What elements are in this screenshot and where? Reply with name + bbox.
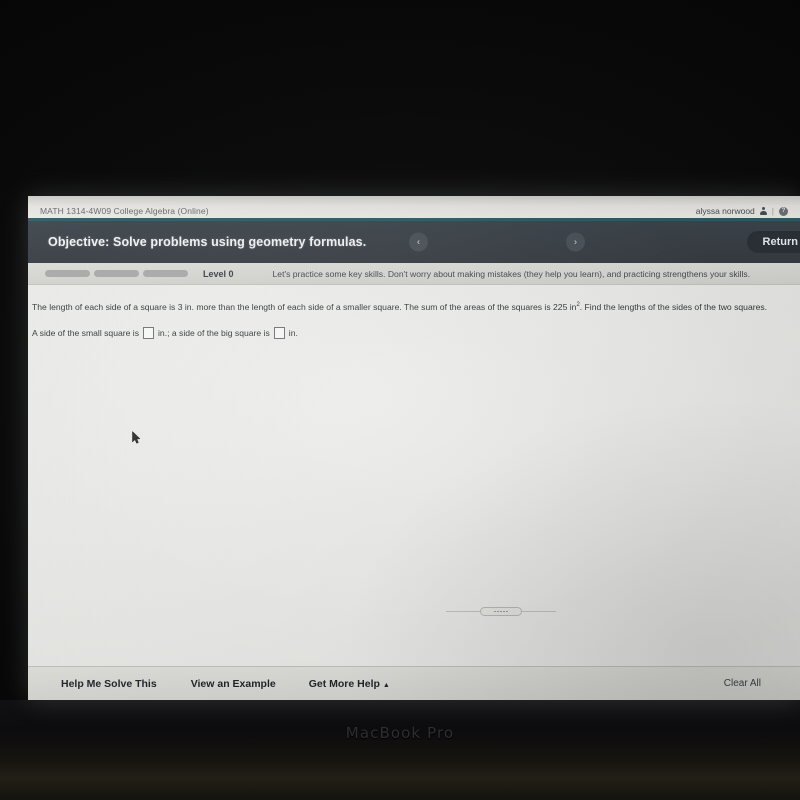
caret-up-icon: ▲ (382, 681, 390, 689)
problem-panel: The length of each side of a square is 3… (28, 285, 800, 666)
chevron-left-icon: ‹ (417, 236, 420, 247)
encouragement-text: Let's practice some key skills. Don't wo… (272, 268, 751, 279)
answer-prefix-label: A side of the small square is (32, 328, 139, 338)
drag-handle-line-left (446, 611, 480, 612)
level-label: Level 0 (203, 268, 234, 279)
macbook-pro-brand-label: MacBook Pro (345, 724, 455, 742)
answer-line: A side of the small square is in.; a sid… (32, 327, 298, 339)
return-button-label: Return (762, 236, 798, 248)
objective-title: Objective: Solve problems using geometry… (48, 235, 367, 249)
chevron-right-icon: › (574, 236, 577, 247)
previous-question-button[interactable]: ‹ (409, 232, 428, 252)
help-me-solve-this-button[interactable]: Help Me Solve This (61, 678, 157, 690)
course-bar: MATH 1314-4W09 College Algebra (Online) … (28, 196, 800, 218)
mathxl-application: MATH 1314-4W09 College Algebra (Online) … (28, 196, 800, 700)
problem-statement-part1: The length of each side of a square is 3… (32, 302, 577, 312)
handle-dot (500, 610, 502, 613)
answer-unit-label-2: in. (288, 328, 298, 338)
objective-toolbar: Objective: Solve problems using geometry… (28, 221, 800, 263)
user-zone-separator: | (771, 206, 774, 216)
mouse-cursor (132, 431, 141, 444)
progress-segment (143, 270, 188, 277)
laptop-screen: MATH 1314-4W09 College Algebra (Online) … (28, 196, 800, 700)
clear-all-button[interactable]: Clear All (724, 678, 761, 689)
drag-handle-line-right (522, 611, 556, 612)
handle-dot (494, 610, 496, 613)
answer-unit-label-1: in.; a side of the big square is (158, 328, 270, 338)
user-account-zone[interactable]: alyssa norwood | ? (696, 206, 788, 216)
handle-dot (506, 610, 508, 613)
view-an-example-button[interactable]: View an Example (191, 678, 276, 690)
progress-segments (45, 270, 188, 277)
person-icon (759, 207, 767, 215)
problem-statement-part2: . Find the lengths of the sides of the t… (579, 302, 768, 312)
bottom-action-bar: Help Me Solve This View an Example Get M… (28, 666, 800, 700)
progress-segment (94, 270, 139, 277)
level-progress-strip: Level 0 Let's practice some key skills. … (28, 263, 800, 285)
help-icon[interactable]: ? (779, 206, 788, 216)
user-name-label: alyssa norwood (695, 206, 755, 216)
problem-statement: The length of each side of a square is 3… (32, 301, 790, 313)
laptop-photo: MacBook Pro MATH 1314-4W09 College Algeb… (0, 0, 800, 800)
laptop-base (0, 700, 800, 800)
handle-dot (497, 610, 499, 613)
return-button[interactable]: Return (746, 231, 800, 253)
get-more-help-button[interactable]: Get More Help ▲ (309, 678, 390, 690)
small-square-answer-input[interactable] (143, 327, 154, 339)
get-more-help-label: Get More Help (308, 677, 380, 690)
handle-dot (503, 610, 505, 613)
panel-resize-handle[interactable] (480, 607, 522, 616)
progress-segment (45, 270, 90, 277)
big-square-answer-input[interactable] (273, 327, 285, 339)
next-question-button[interactable]: › (566, 232, 585, 252)
course-title: MATH 1314-4W09 College Algebra (Online) (40, 206, 209, 216)
